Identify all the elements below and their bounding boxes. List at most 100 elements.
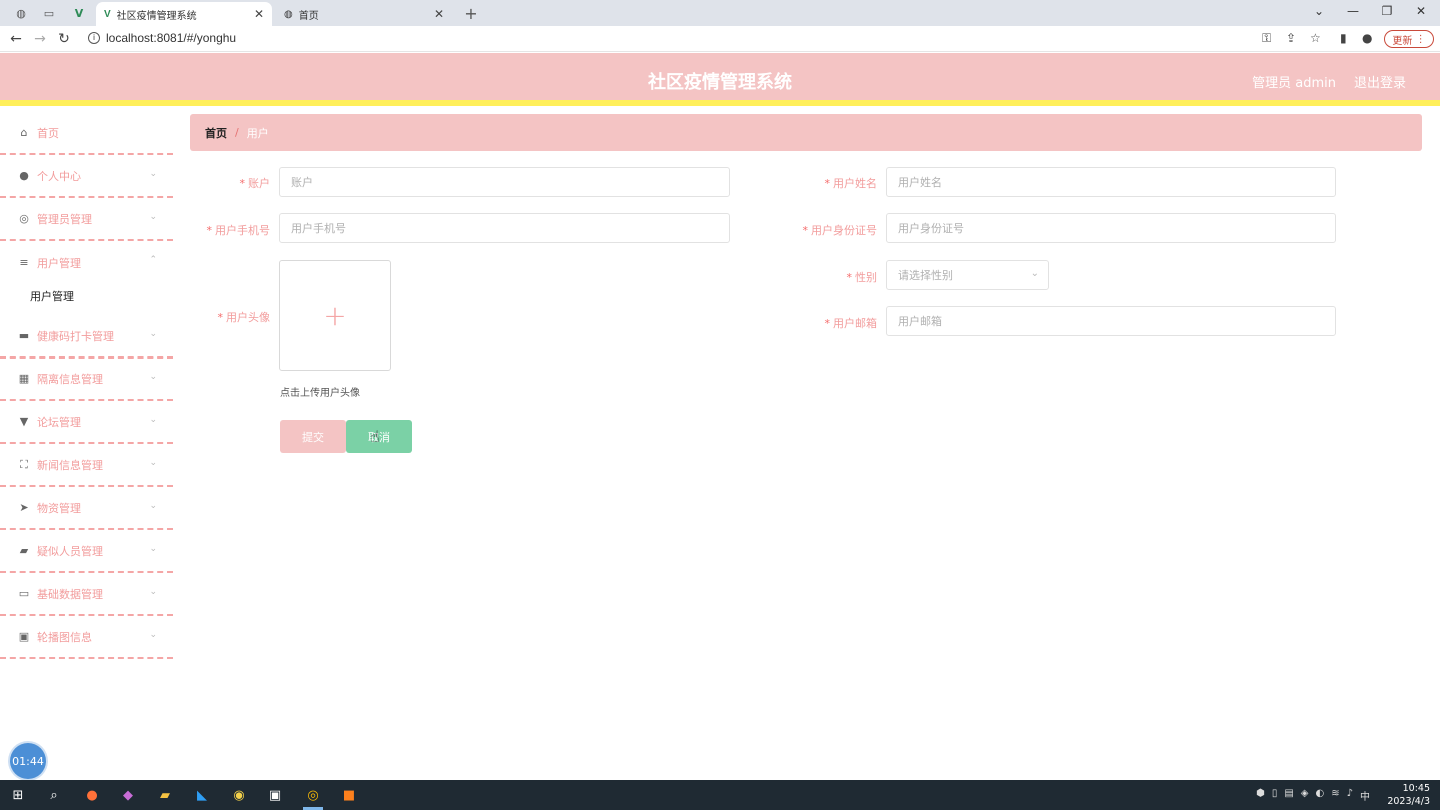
trash-icon: ▣ [18, 630, 30, 643]
app-title: 社区疫情管理系统 [648, 72, 792, 93]
account-input[interactable] [279, 167, 730, 197]
ime-indicator[interactable]: 中 [1360, 788, 1370, 803]
system-tray: ⬢ ▯ ▤ ◈ ◐ ≋ ♪ 中 [1256, 788, 1370, 803]
vscode-icon[interactable]: ◣ [192, 785, 212, 805]
star-icon[interactable]: ☆ [1310, 31, 1321, 45]
name-label: * 用户姓名 [786, 175, 878, 191]
name-input[interactable] [886, 167, 1336, 197]
gender-label: * 性别 [786, 269, 878, 285]
sidebar-item-forum[interactable]: ▼ 论坛管理 ⌄ [0, 401, 173, 444]
phone-input[interactable] [279, 213, 730, 243]
window-close-icon[interactable]: ✕ [1406, 4, 1436, 18]
send-icon: ➤ [19, 501, 29, 514]
sidebar-item-isolation[interactable]: ▦ 隔离信息管理 ⌄ [0, 358, 173, 401]
required-mark: * [824, 317, 831, 330]
close-icon[interactable]: ✕ [254, 7, 264, 21]
tray-icon[interactable]: ▯ [1272, 788, 1278, 803]
terminal-icon[interactable]: ▣ [265, 785, 285, 805]
id-card-input[interactable] [886, 213, 1336, 243]
vue-icon: V [104, 8, 111, 20]
sidebar-item-news[interactable]: ⛶ 新闻信息管理 ⌄ [0, 444, 173, 487]
new-tab-button[interactable]: + [458, 4, 484, 23]
update-button[interactable]: 更新 ⋮ [1384, 30, 1434, 48]
sidebar-item-label: 健康码打卡管理 [37, 329, 114, 343]
sidebar-item-supplies[interactable]: ➤ 物资管理 ⌄ [0, 487, 173, 530]
email-input[interactable] [886, 306, 1336, 336]
app-icon[interactable]: ◆ [118, 785, 138, 805]
sidebar-item-label: 首页 [37, 126, 59, 140]
chevron-down-icon: ⌄ [149, 329, 157, 339]
update-label: 更新 [1392, 35, 1413, 47]
sidebar-item-suspects[interactable]: ▰ 疑似人员管理 ⌄ [0, 530, 173, 573]
ticket-icon: ▰ [19, 544, 29, 557]
vue-icon[interactable]: V [66, 4, 92, 22]
sidebar-item-label: 轮播图信息 [37, 630, 92, 644]
browser-tab-strip: ◍ ▭ V V 社区疫情管理系统 ✕ ◍ 首页 ✕ + ⌄ — ❐ ✕ [0, 0, 1440, 26]
sidebar-item-users[interactable]: ≡ 用户管理 ⌃ [0, 241, 173, 284]
globe-icon: ◍ [284, 8, 293, 20]
sidebar-item-basic-data[interactable]: ▭ 基础数据管理 ⌄ [0, 573, 173, 616]
clock[interactable]: 10:45 2023/4/3 [1387, 782, 1430, 808]
sidebar-item-label: 新闻信息管理 [37, 458, 103, 472]
avatar-uploader[interactable]: + [279, 260, 391, 371]
submenu-item-users[interactable]: 用户管理 [30, 288, 74, 304]
minimize-icon[interactable]: — [1338, 4, 1368, 18]
sidebar-item-label: 疑似人员管理 [37, 544, 103, 558]
close-icon[interactable]: ✕ [434, 7, 444, 21]
required-mark: * [239, 177, 246, 190]
tray-icon[interactable]: ⬢ [1256, 788, 1265, 803]
tab-active[interactable]: V 社区疫情管理系统 ✕ [96, 2, 272, 26]
firefox-icon[interactable]: ● [82, 785, 102, 805]
blank-tab-icon[interactable]: ▭ [36, 4, 62, 22]
sidebar-item-carousel[interactable]: ▣ 轮播图信息 ⌄ [0, 616, 173, 659]
folder-icon[interactable]: ▰ [155, 785, 175, 805]
chrome-icon[interactable]: ◎ [303, 785, 323, 805]
phone-label: * 用户手机号 [180, 222, 271, 238]
sidebar-item-health-code[interactable]: ▬ 健康码打卡管理 ⌄ [0, 315, 173, 358]
email-label-text: 用户邮箱 [833, 317, 877, 330]
globe-icon[interactable]: ◍ [8, 4, 34, 22]
reload-icon[interactable]: ↻ [54, 30, 74, 48]
restore-icon[interactable]: ❐ [1372, 4, 1402, 18]
breadcrumb-separator: / [235, 126, 239, 139]
breadcrumb: 首页 / 用户 [190, 114, 1422, 151]
search-icon[interactable]: ⌕ [44, 785, 64, 805]
tab-title: 社区疫情管理系统 [116, 10, 197, 22]
tray-icon[interactable]: ◈ [1301, 788, 1309, 803]
logout-link[interactable]: 退出登录 [1354, 72, 1406, 91]
windows-start-icon[interactable]: ⊞ [8, 785, 28, 805]
share-icon[interactable]: ⇪ [1286, 31, 1296, 45]
app-header: 社区疫情管理系统 管理员 admin 退出登录 [0, 53, 1440, 106]
sidebar-item-label: 基础数据管理 [37, 587, 103, 601]
profile-icon[interactable]: ● [1362, 31, 1372, 45]
intellij-icon[interactable]: ■ [339, 785, 359, 805]
tab-home[interactable]: ◍ 首页 ✕ [276, 2, 452, 26]
tab-search-icon[interactable]: ⌄ [1304, 4, 1334, 18]
breadcrumb-home[interactable]: 首页 [205, 125, 227, 141]
recording-timer[interactable]: 01:44 [10, 743, 46, 779]
wechat-icon[interactable]: ◐ [1315, 788, 1324, 803]
gender-select[interactable]: 请选择性别 ⌄ [886, 260, 1049, 290]
info-icon[interactable]: i [88, 32, 100, 44]
key-icon[interactable]: ⚿ [1262, 31, 1271, 46]
forward-icon[interactable]: → [30, 30, 50, 48]
sidebar-item-profile[interactable]: ● 个人中心 ⌄ [0, 155, 173, 198]
chevron-down-icon: ⌄ [1030, 268, 1039, 279]
chevron-down-icon: ⌄ [149, 587, 157, 597]
url-field[interactable]: i localhost:8081/#/yonghu [88, 31, 236, 45]
volume-icon[interactable]: ♪ [1347, 788, 1353, 803]
sidepanel-icon[interactable]: ▮ [1340, 31, 1347, 45]
plus-icon: + [323, 299, 347, 332]
sidebar-item-admin[interactable]: ◎ 管理员管理 ⌄ [0, 198, 173, 241]
chevron-down-icon: ⌄ [149, 630, 157, 640]
app-icon[interactable]: ◉ [229, 785, 249, 805]
submit-button[interactable]: 提交 [280, 420, 346, 453]
sidebar-item-home[interactable]: ⌂ 首页 [0, 112, 173, 155]
wifi-icon[interactable]: ≋ [1331, 788, 1339, 803]
user-icon: ● [19, 169, 29, 182]
required-mark: * [206, 224, 213, 237]
required-mark: * [846, 271, 853, 284]
back-icon[interactable]: ← [6, 30, 26, 48]
tray-icon[interactable]: ▤ [1284, 788, 1293, 803]
fullscreen-icon: ⛶ [20, 457, 28, 471]
